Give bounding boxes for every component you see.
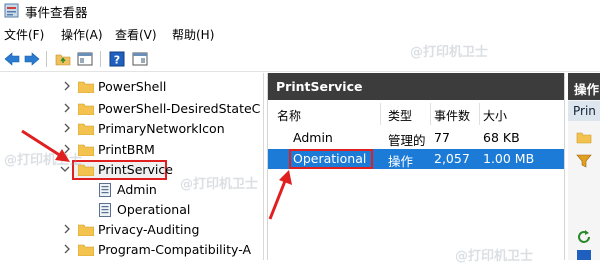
tree-item-label: PrintService (98, 162, 173, 177)
refresh-icon[interactable] (576, 229, 592, 245)
cell-name: Operational (293, 151, 367, 166)
cell-type: 管理的 (388, 133, 426, 148)
folder-icon (78, 123, 94, 135)
back-arrow-icon (4, 52, 20, 66)
folder-icon (78, 164, 94, 176)
chevron-right-icon[interactable] (62, 122, 72, 134)
up-folder-button[interactable] (53, 49, 73, 69)
folder-icon (78, 224, 94, 236)
event-viewer-icon (4, 3, 19, 18)
tree-item-admin[interactable]: Admin (0, 179, 263, 201)
title-bar: 事件查看器 (0, 0, 600, 22)
folder-icon (78, 81, 94, 93)
action-pane-section-label: Prin (573, 104, 596, 118)
tree-item-label: Privacy-Auditing (98, 222, 200, 237)
action-pane-icon (132, 52, 148, 66)
chevron-right-icon[interactable] (62, 223, 72, 235)
column-separator[interactable] (479, 103, 480, 125)
back-button[interactable] (2, 49, 22, 69)
menu-file[interactable]: 文件(F) (4, 26, 44, 43)
column-separator[interactable] (380, 103, 381, 125)
show-action-pane-button[interactable] (130, 49, 150, 69)
action-pane: 操作 Prin (568, 73, 600, 260)
folder-icon (78, 244, 94, 256)
tree-item-label: Program-Compatibility-A (98, 242, 251, 257)
console-tree-icon (77, 52, 93, 66)
tree-item-label: PowerShell (98, 79, 167, 94)
help-icon[interactable] (576, 249, 592, 260)
tree-item-printbrm[interactable]: PrintBRM (0, 139, 263, 161)
cell-type: 操作 (388, 154, 414, 169)
table-row[interactable]: Admin 管理的 77 68 KB (268, 128, 564, 148)
tree-item-powershell[interactable]: PowerShell (0, 76, 263, 98)
cell-size: 68 KB (483, 130, 520, 145)
action-pane-header: 操作 (568, 73, 600, 100)
chevron-right-icon[interactable] (62, 143, 72, 155)
log-icon (99, 203, 111, 217)
toolbar-separator (100, 51, 101, 67)
log-icon (99, 183, 111, 197)
window-title: 事件查看器 (25, 5, 88, 20)
tree-item-program-compatibility[interactable]: Program-Compatibility-A (0, 239, 263, 260)
column-header-type[interactable]: 类型 (388, 107, 412, 124)
chevron-right-icon[interactable] (62, 80, 72, 92)
tree-item-printservice[interactable]: PrintService (0, 159, 263, 181)
tree-item-powershell-dsc[interactable]: PowerShell-DesiredStateC (0, 98, 263, 120)
menu-help[interactable]: 帮助(H) (172, 26, 214, 43)
column-header-name[interactable]: 名称 (277, 107, 301, 124)
result-pane-title: PrintService (276, 79, 363, 94)
result-pane: PrintService 名称 类型 事件数 大小 Admin 管理的 77 6… (267, 73, 565, 260)
folder-up-icon (55, 54, 71, 66)
cell-count: 2,057 (434, 151, 470, 166)
svg-text:?: ? (114, 54, 120, 67)
column-header-count[interactable]: 事件数 (434, 107, 470, 124)
table-row-selected[interactable]: Operational 操作 2,057 1.00 MB (268, 149, 564, 169)
tree-item-primarynetworkicon[interactable]: PrimaryNetworkIcon (0, 118, 263, 140)
menu-bar: 文件(F) 操作(A) 查看(V) 帮助(H) (0, 24, 600, 44)
open-log-icon[interactable] (576, 129, 592, 145)
help-icon: ? (109, 51, 125, 67)
filter-icon[interactable] (576, 153, 592, 169)
help-button[interactable]: ? (107, 49, 127, 69)
menu-view[interactable]: 查看(V) (115, 26, 157, 43)
menu-action[interactable]: 操作(A) (61, 26, 103, 43)
console-tree: PowerShell PowerShell-DesiredStateC Prim… (0, 73, 264, 260)
column-separator[interactable] (430, 103, 431, 125)
tree-item-label: PrimaryNetworkIcon (98, 121, 225, 136)
show-hide-tree-button[interactable] (75, 49, 95, 69)
folder-icon (78, 144, 94, 156)
result-pane-header: PrintService (268, 73, 564, 100)
forward-button[interactable] (22, 49, 42, 69)
toolbar: ? (0, 47, 600, 72)
chevron-right-icon[interactable] (62, 102, 72, 114)
column-header-size[interactable]: 大小 (483, 107, 507, 124)
tree-item-label: Admin (117, 182, 157, 197)
tree-item-privacy-auditing[interactable]: Privacy-Auditing (0, 219, 263, 241)
toolbar-separator (46, 51, 47, 67)
tree-item-label: Operational (117, 202, 191, 217)
cell-size: 1.00 MB (483, 151, 535, 166)
action-pane-title: 操作 (574, 82, 600, 97)
cell-name: Admin (293, 130, 333, 145)
forward-arrow-icon (24, 52, 40, 66)
cell-count: 77 (434, 130, 450, 145)
folder-icon (78, 103, 94, 115)
action-pane-section[interactable]: Prin (568, 101, 600, 121)
tree-item-label: PrintBRM (98, 142, 155, 157)
tree-item-operational[interactable]: Operational (0, 199, 263, 221)
chevron-down-icon[interactable] (60, 163, 70, 175)
tree-item-label: PowerShell-DesiredStateC (98, 101, 261, 116)
chevron-right-icon[interactable] (62, 243, 72, 255)
